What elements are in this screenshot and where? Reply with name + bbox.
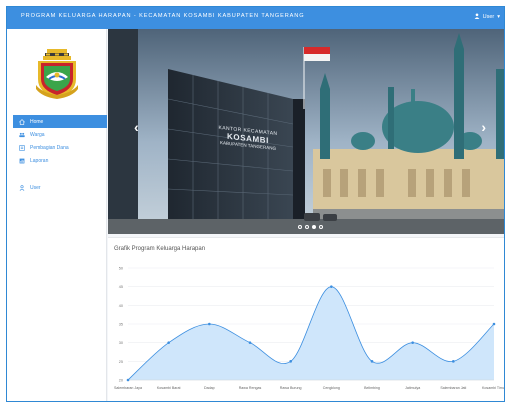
sidebar-item-label: Laporan bbox=[30, 157, 49, 164]
carousel-indicator[interactable] bbox=[305, 225, 309, 229]
data-point bbox=[370, 360, 374, 363]
report-icon bbox=[19, 158, 25, 164]
user-icon bbox=[474, 13, 480, 21]
app-title: PROGRAM KELUARGA HARAPAN - KECAMATAN KOS… bbox=[21, 13, 305, 19]
sidebar-item-label: User bbox=[30, 184, 41, 191]
y-tick-label: 45 bbox=[119, 285, 123, 289]
chart-title: Grafik Program Keluarga Harapan bbox=[114, 246, 206, 252]
sidebar-item-label: Home bbox=[30, 118, 44, 125]
data-point bbox=[167, 341, 170, 344]
user-menu-button[interactable]: User ▾ bbox=[474, 13, 500, 21]
sidebar-item-pembagian-dana[interactable]: Pembagian Dana bbox=[13, 141, 107, 154]
x-tick-label: Rawa Burung bbox=[280, 386, 302, 390]
list-icon bbox=[19, 144, 25, 151]
y-tick-label: 35 bbox=[119, 323, 123, 327]
sidebar-item-home[interactable]: Home bbox=[13, 115, 107, 128]
carousel-next-button[interactable]: › bbox=[481, 119, 486, 135]
y-tick-label: 30 bbox=[119, 341, 123, 345]
area-chart: 20 25 30 35 40 45 50 Salembaran Jaya Kosambi Bar… bbox=[114, 267, 505, 391]
app-window: PROGRAM KELUARGA HARAPAN - KECAMATAN KOS… bbox=[6, 6, 505, 402]
user-icon bbox=[19, 184, 25, 191]
carousel-indicator-active[interactable] bbox=[312, 225, 316, 229]
x-tick-label: Jatimulya bbox=[405, 386, 420, 390]
data-point bbox=[452, 360, 455, 363]
caret-down-icon: ▾ bbox=[497, 14, 500, 20]
sidebar: Home Warga Pembagian Dana Laporan User bbox=[7, 29, 107, 401]
home-icon bbox=[19, 118, 25, 125]
x-tick-label: Rawa Rengas bbox=[239, 386, 262, 390]
x-tick-label: Salembaran Jaya bbox=[114, 386, 142, 390]
top-navbar: PROGRAM KELUARGA HARAPAN - KECAMATAN KOS… bbox=[7, 7, 504, 29]
x-tick-label: Salembaran Jati bbox=[440, 386, 466, 390]
x-tick-label: Dadap bbox=[204, 386, 215, 390]
x-tick-label: Kosambi Timur bbox=[482, 386, 505, 390]
y-tick-label: 50 bbox=[119, 267, 123, 271]
carousel-indicator[interactable] bbox=[319, 225, 323, 229]
x-tick-label: Kosambi Barat bbox=[157, 386, 181, 390]
data-point bbox=[411, 341, 414, 344]
data-point bbox=[492, 322, 496, 326]
data-point bbox=[126, 378, 130, 382]
y-tick-label: 25 bbox=[119, 360, 123, 364]
carousel-indicators bbox=[298, 225, 323, 229]
sidebar-item-warga[interactable]: Warga bbox=[13, 128, 107, 141]
sidebar-item-label: Warga bbox=[30, 131, 45, 138]
sidebar-item-user[interactable]: User bbox=[13, 181, 41, 194]
x-tick-label: Cengklong bbox=[323, 386, 340, 390]
users-icon bbox=[19, 132, 25, 138]
sidebar-item-laporan[interactable]: Laporan bbox=[13, 154, 107, 167]
data-point bbox=[248, 341, 252, 344]
y-tick-label: 40 bbox=[119, 304, 123, 308]
user-menu-label: User bbox=[482, 14, 495, 20]
x-tick-label: Belimbing bbox=[364, 386, 380, 390]
image-carousel[interactable]: KANTOR KECAMATAN KOSAMBI KABUPATEN TANGE… bbox=[108, 29, 504, 234]
sidebar-nav: Home Warga Pembagian Dana Laporan bbox=[13, 115, 107, 167]
y-tick-label: 20 bbox=[119, 379, 123, 383]
data-point bbox=[330, 285, 333, 288]
sidebar-item-label: Pembagian Dana bbox=[30, 144, 69, 151]
carousel-indicator[interactable] bbox=[298, 225, 302, 229]
chart-panel: Grafik Program Keluarga Harapan 20 25 30 35… bbox=[108, 237, 505, 401]
carousel-slide-image bbox=[108, 29, 504, 234]
data-point bbox=[208, 322, 211, 326]
kabupaten-tangerang-logo bbox=[36, 49, 78, 99]
carousel-prev-button[interactable]: ‹ bbox=[134, 119, 139, 135]
data-point bbox=[289, 360, 292, 363]
